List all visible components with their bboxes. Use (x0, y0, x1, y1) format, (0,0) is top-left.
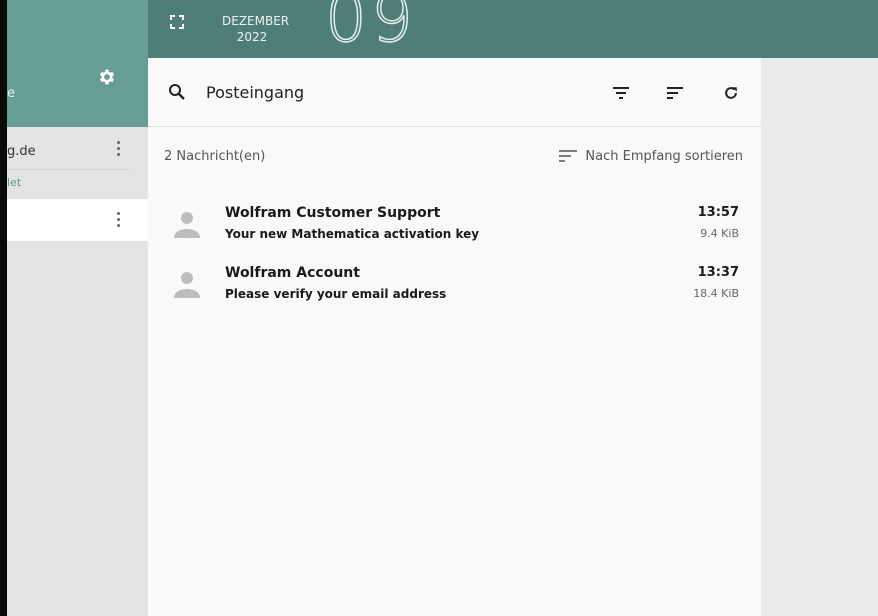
month-label: DEZEMBER (222, 14, 290, 28)
account-sidebar: g.de let (7, 127, 148, 616)
more-vertical-icon[interactable] (117, 141, 121, 157)
account-item[interactable]: g.de (7, 135, 148, 167)
message-time: 13:37 (697, 265, 739, 280)
message-count: 2 Nachricht(en) (164, 149, 266, 164)
message-size: 9.4 KiB (700, 227, 739, 240)
person-icon (174, 212, 200, 238)
list-toolbar: Posteingang (148, 58, 761, 127)
sort-button[interactable]: Nach Empfang sortieren (559, 149, 743, 164)
gear-icon[interactable] (97, 67, 117, 87)
divider (7, 169, 130, 170)
account-sub-label: let (7, 176, 22, 189)
folder-item-selected[interactable] (7, 199, 148, 241)
refresh-icon[interactable] (722, 85, 740, 101)
day-number: 09 (324, 0, 417, 57)
year-label: 2022 (236, 30, 268, 44)
search-icon[interactable] (168, 83, 186, 101)
expand-icon[interactable] (170, 15, 184, 29)
more-vertical-icon[interactable] (117, 212, 121, 228)
message-sender: Wolfram Account (225, 265, 360, 281)
message-sender: Wolfram Customer Support (225, 205, 441, 221)
sort-label: Nach Empfang sortieren (585, 149, 743, 164)
sidebar-header: e (7, 0, 148, 127)
message-subject: Please verify your email address (225, 287, 447, 301)
date-display: DEZEMBER 2022 (222, 13, 290, 45)
message-time: 13:57 (697, 205, 739, 220)
account-label: g.de (7, 144, 36, 159)
sort-icon[interactable] (666, 85, 684, 101)
list-item[interactable]: Wolfram Customer Support Your new Mathem… (148, 198, 761, 256)
filter-icon[interactable] (612, 85, 630, 101)
preview-panel (761, 58, 878, 616)
person-icon (174, 272, 200, 298)
sort-icon (559, 150, 578, 162)
message-subject: Your new Mathematica activation key (225, 227, 480, 241)
folder-title: Posteingang (206, 83, 305, 102)
list-item[interactable]: Wolfram Account Please verify your email… (148, 258, 761, 316)
message-size: 18.4 KiB (693, 287, 739, 300)
sidebar-header-title: e (7, 86, 15, 101)
message-list-panel: Posteingang 2 Nachricht(en) Nach Empfang… (148, 58, 761, 616)
